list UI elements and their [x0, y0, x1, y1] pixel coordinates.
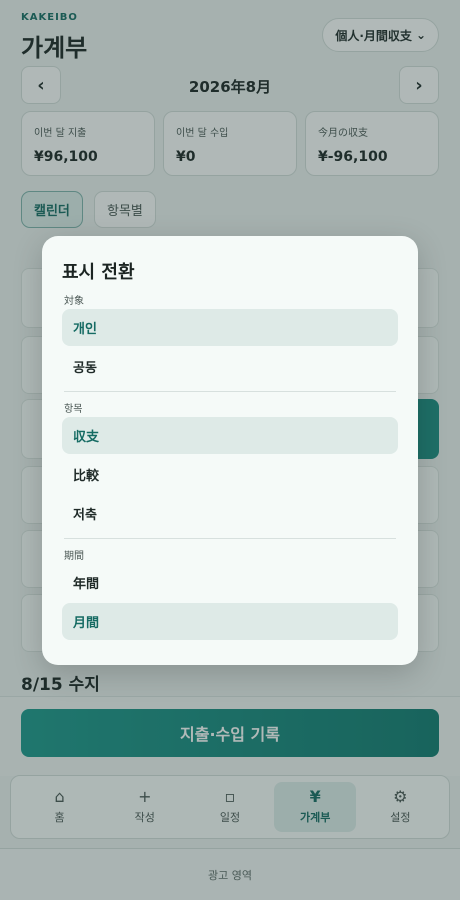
section-label-item: 항목 [64, 404, 83, 415]
option-income-expense[interactable]: 収支 [62, 417, 398, 454]
section-label-target: 対象 [64, 296, 84, 307]
option-yearly[interactable]: 年間 [62, 564, 398, 601]
option-comparison[interactable]: 比較 [62, 456, 398, 493]
option-monthly[interactable]: 月間 [62, 603, 398, 640]
divider [64, 538, 396, 539]
option-personal[interactable]: 개인 [62, 309, 398, 346]
section-label-period: 期間 [64, 551, 84, 562]
divider [64, 391, 396, 392]
option-shared[interactable]: 공동 [62, 348, 398, 385]
display-switch-modal: 표시 전환 対象 개인 공동 항목 収支 比較 저축 期間 年間 月間 [42, 236, 418, 665]
option-savings[interactable]: 저축 [62, 495, 398, 532]
modal-title: 표시 전환 [62, 262, 135, 283]
